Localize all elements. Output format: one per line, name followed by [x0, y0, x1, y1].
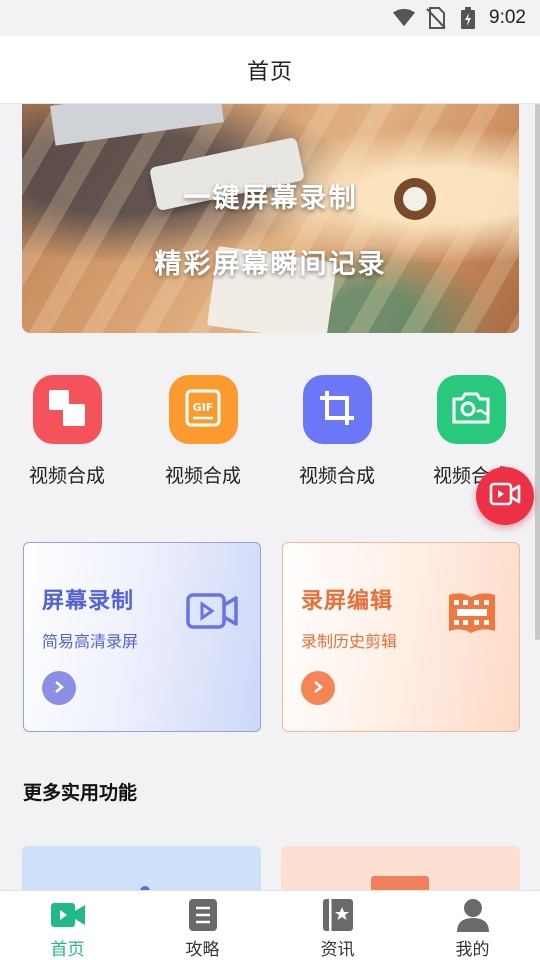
merge-squares-icon: [47, 388, 87, 432]
nav-label: 我的: [455, 940, 490, 960]
wifi-icon: [393, 7, 416, 29]
bookmark-book-icon: [320, 898, 356, 932]
photo-camera-icon: [450, 390, 492, 430]
video-play-icon: [50, 898, 86, 932]
nav-guides[interactable]: 攻略: [135, 891, 270, 960]
status-time: 9:02: [489, 7, 526, 28]
open-screen-record-arrow[interactable]: [42, 671, 76, 705]
card-subtitle: 简易高清录屏: [42, 632, 139, 651]
battery-charging-icon: [457, 7, 479, 29]
banner-subheadline: 精彩屏幕瞬间记录: [154, 249, 387, 280]
promo-banner[interactable]: 一键屏幕录制 精彩屏幕瞬间记录: [22, 104, 519, 333]
svg-text:GIF: GIF: [193, 401, 214, 414]
video-camera-icon: [184, 587, 240, 635]
film-strip-icon: [443, 587, 499, 635]
tool-label: 视频合成: [298, 465, 375, 487]
open-recording-edit-arrow[interactable]: [301, 671, 335, 705]
card-title: 屏幕录制: [42, 589, 135, 614]
home-scroll-area[interactable]: 一键屏幕录制 精彩屏幕瞬间记录 视频合成 GIF 视频合成 视频合成 视频合成 …: [0, 104, 540, 890]
tool-label: 视频合成: [28, 465, 105, 487]
gif-icon: GIF: [184, 389, 222, 431]
page-title: 首页: [246, 59, 293, 85]
crop-icon: [317, 388, 357, 432]
more-tool-card-1[interactable]: [22, 846, 261, 890]
document-icon: [185, 898, 221, 932]
tool-tile: GIF: [168, 375, 238, 444]
tool-video-merge-3[interactable]: 视频合成: [277, 375, 397, 488]
chevron-right-icon: [311, 679, 325, 698]
person-icon: [455, 898, 491, 932]
banner-headline: 一键屏幕录制: [183, 183, 358, 214]
app-header: 首页: [0, 36, 540, 104]
status-bar: 9:02: [0, 0, 540, 36]
more-card-decoration: [371, 876, 429, 890]
tool-tile: [32, 375, 102, 444]
screen-record-card[interactable]: 屏幕录制 简易高清录屏: [23, 542, 261, 732]
record-video-icon: [489, 481, 521, 511]
nav-profile[interactable]: 我的: [405, 891, 540, 960]
nav-home[interactable]: 首页: [0, 891, 135, 960]
nav-label: 攻略: [185, 940, 220, 960]
tool-video-merge-2[interactable]: GIF 视频合成: [143, 375, 263, 488]
scrollbar[interactable]: [535, 104, 540, 640]
bottom-navigation: 首页 攻略 资讯 我的: [0, 890, 540, 960]
card-title: 录屏编辑: [301, 589, 394, 614]
chevron-right-icon: [52, 679, 66, 698]
nav-label: 资讯: [320, 940, 355, 960]
tool-tile: [436, 375, 506, 444]
no-sim-icon: [425, 7, 447, 29]
tool-label: 视频合成: [164, 465, 241, 487]
floating-record-button[interactable]: [476, 467, 534, 525]
quick-tools-row: 视频合成 GIF 视频合成 视频合成 视频合成: [0, 375, 540, 495]
nav-label: 首页: [50, 940, 85, 960]
recording-edit-card[interactable]: 录屏编辑 录制历史剪辑: [282, 542, 520, 732]
tool-video-merge-1[interactable]: 视频合成: [7, 375, 127, 488]
nav-news[interactable]: 资讯: [270, 891, 405, 960]
card-subtitle: 录制历史剪辑: [301, 632, 398, 651]
tool-tile: [302, 375, 372, 444]
more-tool-card-2[interactable]: [281, 846, 520, 890]
more-tools-heading: 更多实用功能: [23, 782, 138, 804]
